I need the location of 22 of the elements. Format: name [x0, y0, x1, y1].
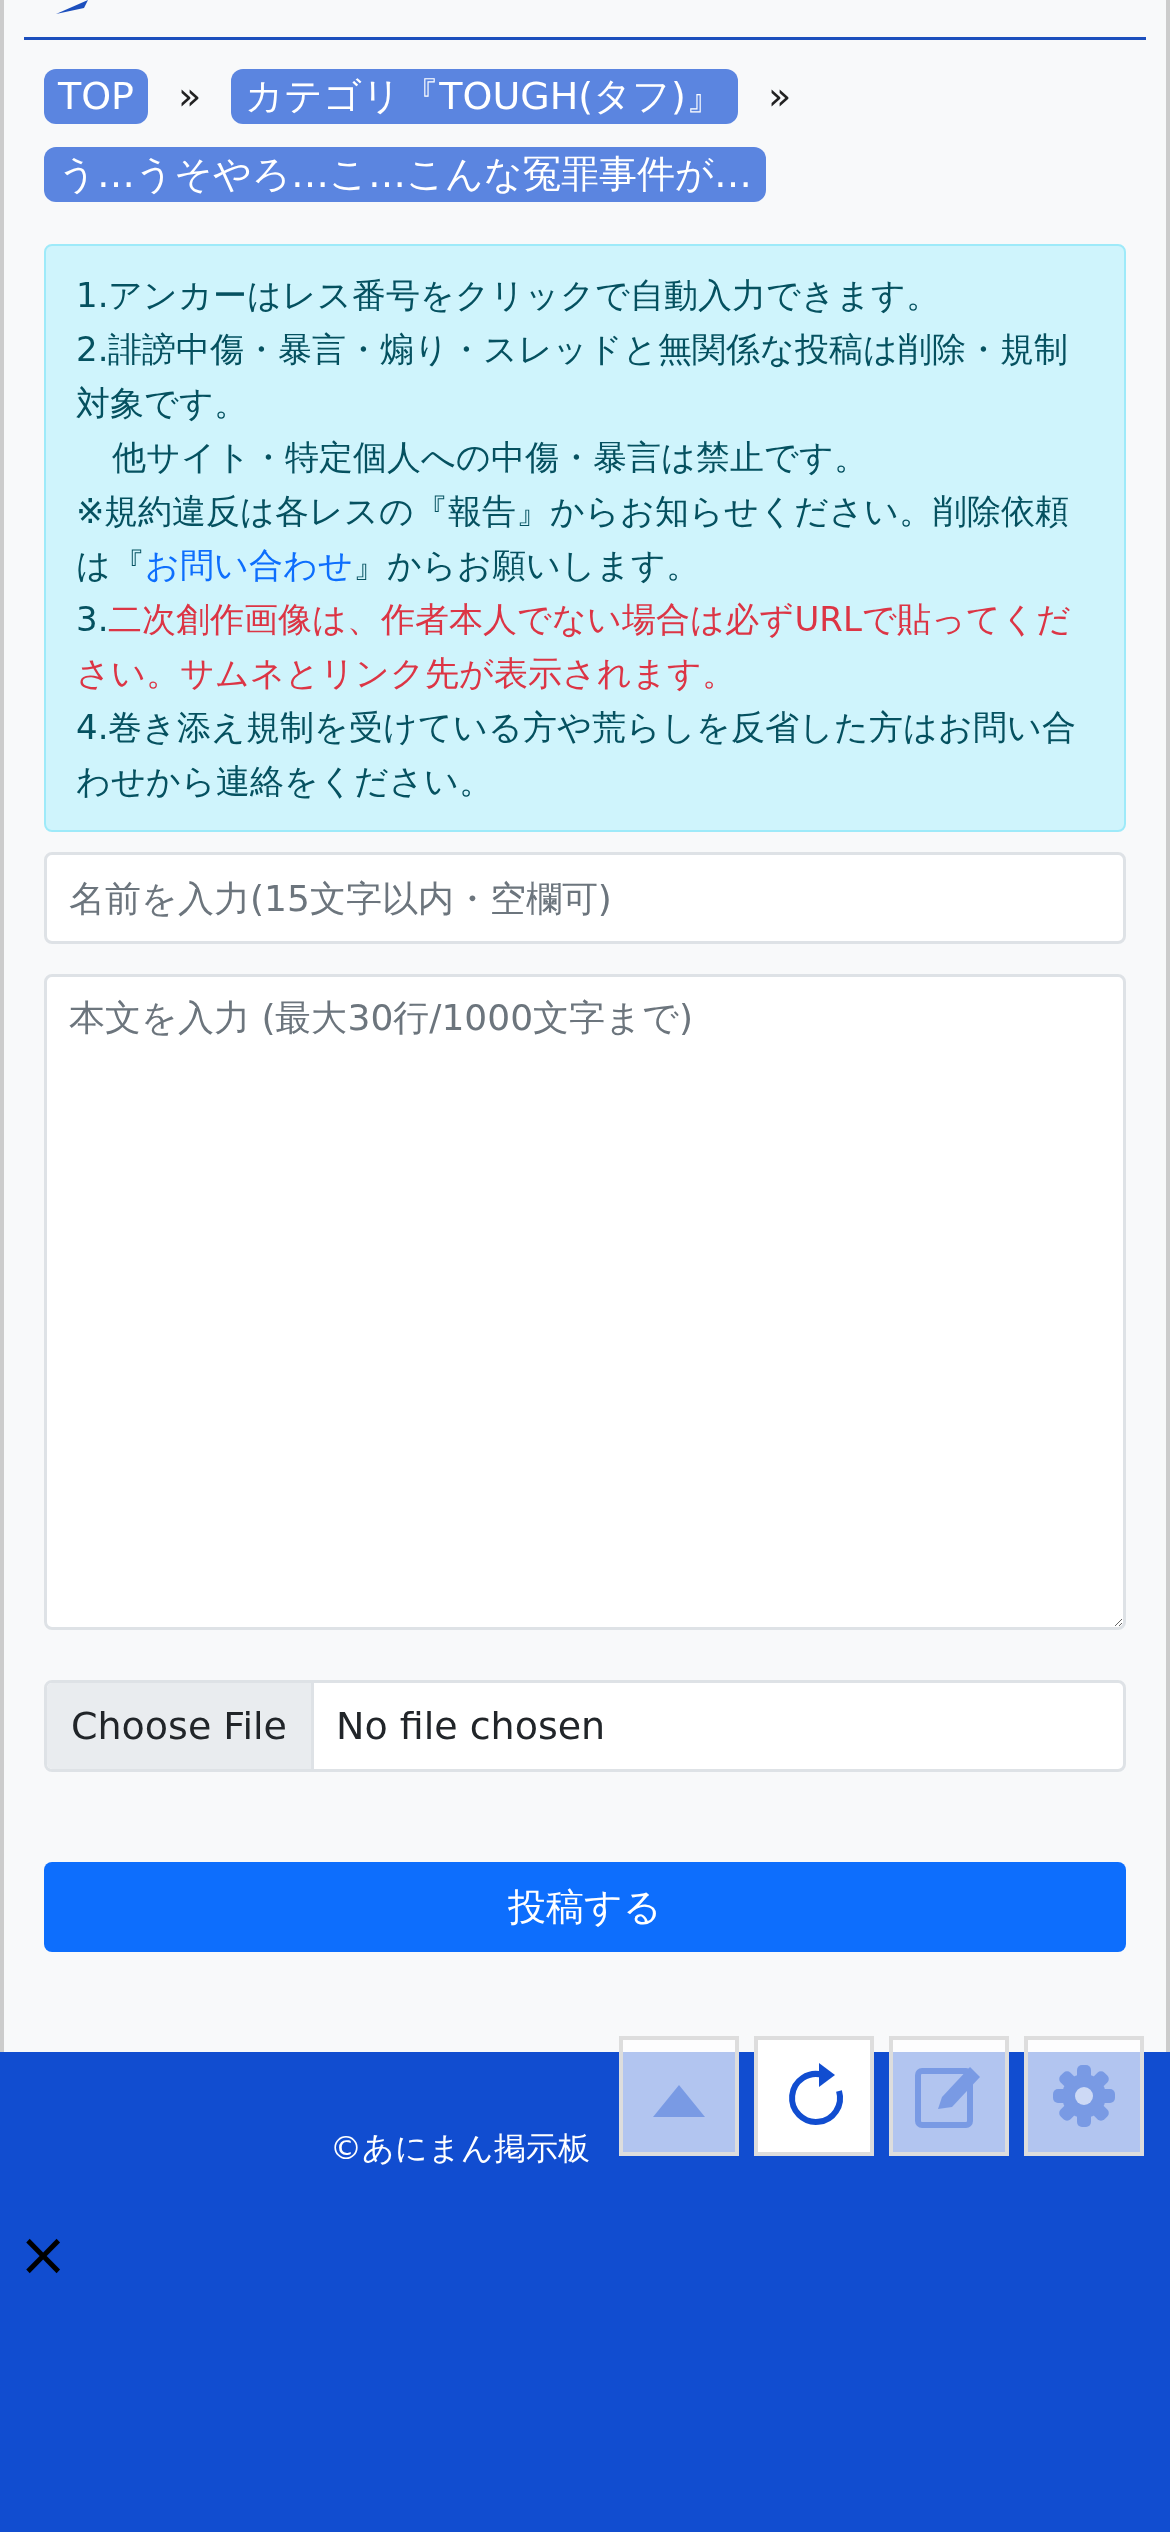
breadcrumb-separator: »	[767, 73, 792, 120]
notice-text: 2.誹謗中傷・暴言・煽り・スレッドと無関係な投稿は削除・規制対象です。	[76, 328, 1070, 426]
close-button[interactable]: ×	[18, 2224, 69, 2284]
file-status: No file chosen	[334, 1702, 607, 1750]
choose-file-button[interactable]: Choose File	[47, 1683, 314, 1770]
reload-button[interactable]	[754, 2036, 874, 2156]
name-input-field[interactable]: 名前を入力(15文字以内・空欄可)	[44, 852, 1126, 945]
notice-text: 4.巻き添え規制を受けている方や荒らしを反省した方はお問い合わせから連絡をください。	[76, 706, 1078, 804]
notice-text: 1.アンカーはレス番号をクリックで自動入力できます。	[76, 274, 942, 318]
breadcrumb-link[interactable]: カテゴリ『TOUGH(タフ)』	[231, 68, 738, 125]
breadcrumb-separator: »	[178, 73, 202, 120]
notice-text: 3.二次創作画像は、作者本人でない場合は必ずURLで貼ってください。サムネとリンク先が表示されます。	[76, 598, 1072, 696]
submit-button[interactable]: 投稿する	[44, 1862, 1126, 1953]
file-input-field[interactable]: Choose File No file chosen	[44, 1680, 1126, 1773]
notice-text: ※規約違反は各レスの『報告』からお知らせください。削除依頼は『お問い合わせ』からお願いします。	[76, 490, 1071, 588]
notice-text: 他サイト・特定個人への中傷・暴言は禁止です。	[111, 436, 869, 480]
breadcrumb-link[interactable]: う…うそやろ…こ…こんな冤罪事件が…	[44, 147, 766, 203]
contact-link[interactable]: お問い合わせ	[145, 545, 353, 586]
copyright-text: ©あにまん掲示板	[330, 2128, 590, 2169]
body-text-area[interactable]: 本文を入力 (最大30行/1000文字まで)	[44, 974, 1126, 1631]
breadcrumb-link[interactable]: TOP	[44, 68, 149, 125]
logo-icon	[54, 0, 88, 14]
